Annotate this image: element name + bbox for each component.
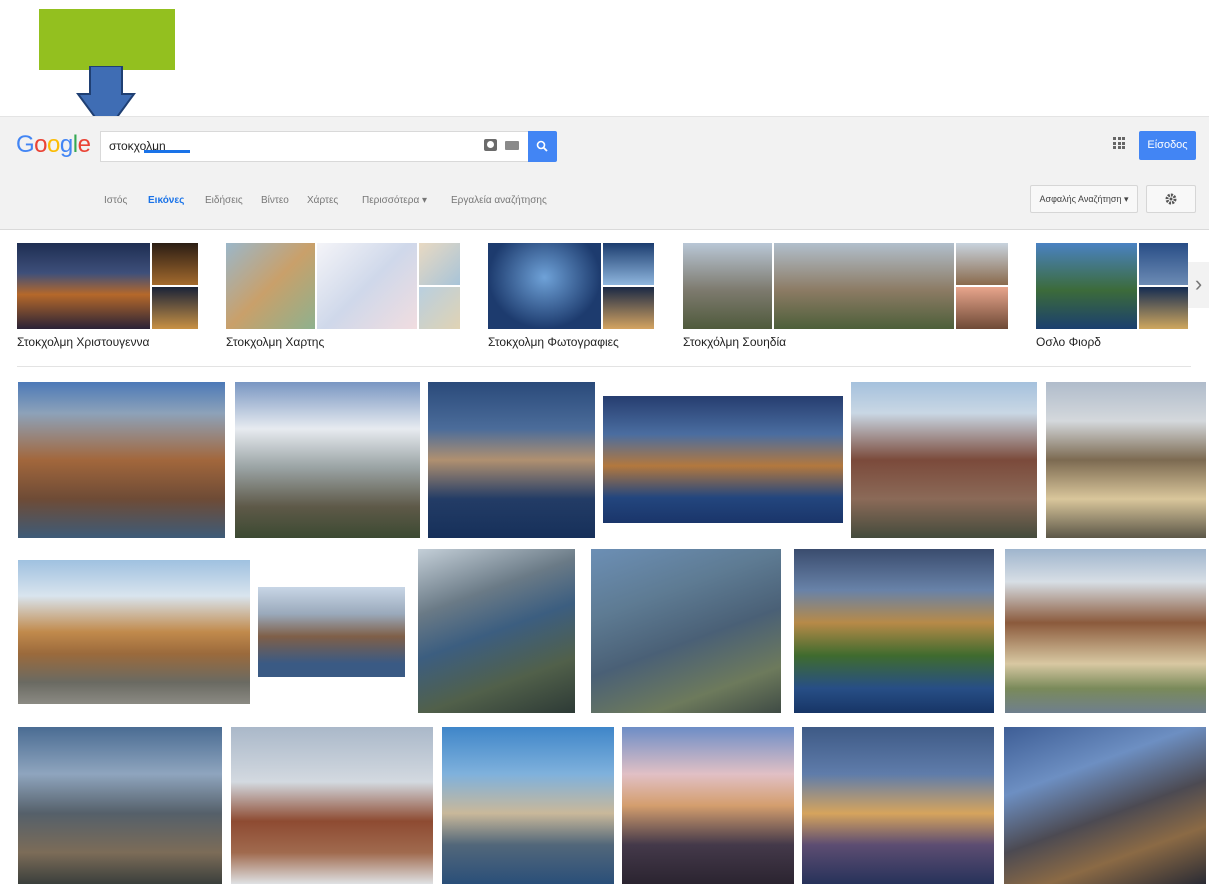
safe-search-button[interactable]: Ασφαλής Αναζήτηση ▾ [1030,185,1138,213]
related-search-oslo[interactable] [1036,243,1188,329]
search-button[interactable] [528,131,557,162]
image-result[interactable] [231,727,433,884]
image-result[interactable] [258,587,405,677]
image-result[interactable] [591,549,781,713]
tab-images[interactable]: Εικόνες [148,195,184,206]
related-search-map[interactable] [226,243,460,329]
image-result[interactable] [235,382,420,538]
image-result[interactable] [428,382,595,538]
related-search-christmas[interactable] [17,243,198,329]
related-label[interactable]: Στοκχολμη Χριστουγεννα [17,335,149,349]
related-label[interactable]: Στοκχολμη Χαρτης [226,335,324,349]
camera-icon[interactable] [484,139,497,151]
related-label[interactable]: Οσλο Φιορδ [1036,335,1101,349]
search-icon [536,140,548,152]
image-result[interactable] [1005,549,1206,713]
related-thumbnail [683,243,772,329]
related-search-photos[interactable] [488,243,654,329]
related-thumbnail [17,243,150,329]
active-tab-indicator [144,150,190,153]
tab-web[interactable]: Ιστός [104,195,127,206]
logo-letter: g [59,131,73,158]
related-thumbnail [1139,287,1188,329]
related-thumbnail [419,243,460,285]
image-result[interactable] [794,549,994,713]
related-thumbnail [603,243,654,285]
image-result[interactable] [442,727,614,884]
related-thumbnail [317,243,417,329]
related-label[interactable]: Στοκχόλμη Σουηδία [683,335,786,349]
image-result[interactable] [622,727,794,884]
related-label[interactable]: Στοκχολμη Φωτογραφιες [488,335,619,349]
image-result[interactable] [802,727,994,884]
related-thumbnail [956,287,1008,329]
related-thumbnail [152,287,198,329]
related-thumbnail [1139,243,1188,285]
search-input[interactable]: στοκχολμη [100,131,530,162]
related-thumbnail [956,243,1008,285]
image-result[interactable] [603,396,843,523]
image-result[interactable] [1046,382,1206,538]
related-thumbnail [1036,243,1137,329]
gear-icon [1165,193,1177,205]
tab-news[interactable]: Ειδήσεις [205,195,243,206]
related-thumbnail [774,243,954,329]
related-thumbnail [152,243,198,285]
image-result[interactable] [18,382,225,538]
related-search-sweden[interactable] [683,243,1008,329]
tab-maps[interactable]: Χάρτες [307,195,338,206]
sign-in-button[interactable]: Είσοδος [1139,131,1196,160]
logo-letter: o [47,131,60,158]
divider [17,366,1191,367]
annotation-green-box [39,9,175,70]
related-thumbnail [419,287,460,329]
related-thumbnail [226,243,315,329]
image-result[interactable] [418,549,575,713]
related-next-chevron-icon[interactable]: › [1188,262,1209,308]
tab-more[interactable]: Περισσότερα ▾ [362,195,427,206]
image-result[interactable] [851,382,1037,538]
tab-search-tools[interactable]: Εργαλεία αναζήτησης [451,195,547,206]
logo-letter: e [77,131,91,158]
search-header: Google στοκχολμη Είσοδος Ιστός Εικόνες Ε… [0,116,1209,230]
logo-letter: G [16,131,35,158]
related-thumbnail [603,287,654,329]
image-result[interactable] [18,560,250,704]
apps-grid-icon[interactable] [1113,137,1125,149]
keyboard-icon[interactable] [505,141,519,150]
logo-letter: o [34,131,48,158]
tab-videos[interactable]: Βίντεο [261,195,289,206]
image-result[interactable] [18,727,222,884]
image-result[interactable] [1004,727,1206,884]
google-logo[interactable]: Google [16,131,91,159]
settings-button[interactable] [1146,185,1196,213]
related-thumbnail [488,243,601,329]
